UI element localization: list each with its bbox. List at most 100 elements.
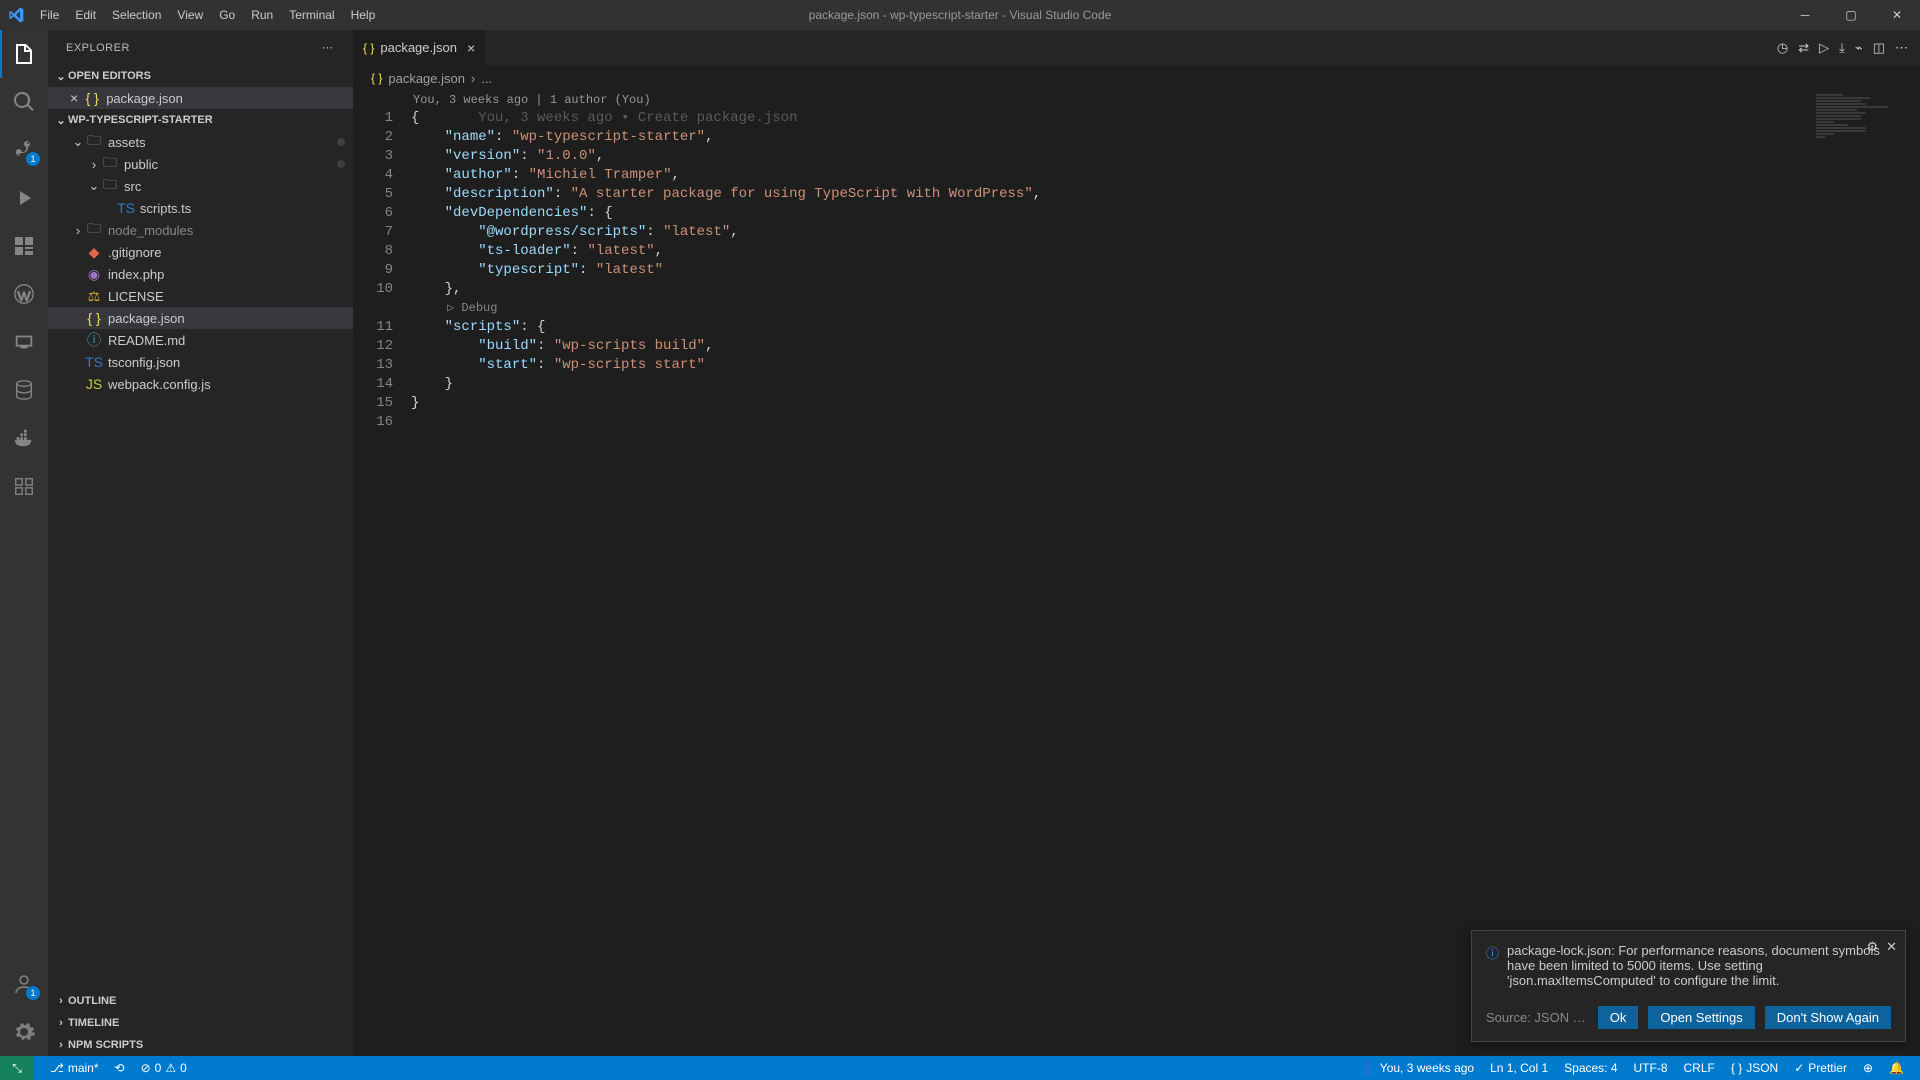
- vscode-logo-icon: [8, 7, 24, 23]
- file-readme[interactable]: ⓘ README.md: [48, 329, 353, 351]
- folder-assets[interactable]: ⌄ 🗀 assets: [48, 131, 353, 153]
- file-license[interactable]: ⚖ LICENSE: [48, 285, 353, 307]
- activity-bar: 1 1: [0, 30, 48, 1056]
- file-webpack[interactable]: JS webpack.config.js: [48, 373, 353, 395]
- breadcrumb[interactable]: { } package.json › ...: [353, 65, 1920, 91]
- menu-go[interactable]: Go: [211, 4, 243, 26]
- check-icon: ✓: [1794, 1061, 1804, 1075]
- chevron-right-icon: ›: [54, 1017, 68, 1029]
- run-icon[interactable]: ▷: [1819, 40, 1829, 56]
- npm-scripts-header[interactable]: › NPM SCRIPTS: [48, 1034, 353, 1056]
- menu-terminal[interactable]: Terminal: [281, 4, 342, 26]
- activity-debug-icon[interactable]: [0, 174, 48, 222]
- editor-tab[interactable]: { } package.json ×: [353, 30, 486, 65]
- debug-icon[interactable]: ⌁: [1855, 40, 1863, 56]
- notification-ok-button[interactable]: Ok: [1598, 1006, 1639, 1029]
- json-icon: { }: [86, 310, 102, 326]
- file-index-php[interactable]: ◉ index.php: [48, 263, 353, 285]
- activity-extensions-icon[interactable]: [0, 222, 48, 270]
- notification-dontshow-button[interactable]: Don't Show Again: [1765, 1006, 1891, 1029]
- window-close-icon[interactable]: ✕: [1874, 0, 1920, 30]
- outline-header[interactable]: › OUTLINE: [48, 990, 353, 1012]
- info-icon: ⓘ: [86, 332, 102, 348]
- timeline-icon[interactable]: ◷: [1777, 40, 1788, 56]
- close-icon[interactable]: ×: [70, 90, 78, 106]
- compare-icon[interactable]: ⇄: [1798, 40, 1809, 56]
- menu-edit[interactable]: Edit: [67, 4, 104, 26]
- menu-help[interactable]: Help: [343, 4, 384, 26]
- file-gitignore[interactable]: ◆ .gitignore: [48, 241, 353, 263]
- close-icon[interactable]: ×: [467, 40, 475, 56]
- json-icon: { }: [371, 71, 382, 85]
- activity-wordpress-icon[interactable]: [0, 270, 48, 318]
- open-editors-header[interactable]: ⌄ OPEN EDITORS: [48, 65, 353, 87]
- status-lang[interactable]: { } JSON: [1723, 1061, 1786, 1075]
- minimap[interactable]: [1816, 93, 1906, 133]
- modified-dot-icon: [337, 138, 345, 146]
- chevron-down-icon: ⌄: [70, 134, 86, 150]
- codelens[interactable]: You, 3 weeks ago | 1 author (You): [411, 91, 1920, 109]
- line-gutter: 12345678910111213141516: [353, 91, 411, 1056]
- activity-remote-icon[interactable]: [0, 318, 48, 366]
- json-icon: { }: [363, 41, 374, 55]
- menu-selection[interactable]: Selection: [104, 4, 169, 26]
- remote-indicator-icon[interactable]: ⤡: [0, 1056, 34, 1080]
- folder-icon: 🗀: [102, 156, 118, 172]
- activity-project-icon[interactable]: [0, 462, 48, 510]
- file-package-json[interactable]: { } package.json: [48, 307, 353, 329]
- error-icon: ⊘: [141, 1061, 151, 1075]
- notification-toast: ⚙ ✕ ⓘ package-lock.json: For performance…: [1471, 930, 1906, 1042]
- status-branch[interactable]: ⎇ main*: [42, 1061, 107, 1075]
- folder-src[interactable]: ⌄ 🗀 src: [48, 175, 353, 197]
- branch-icon: ⎇: [50, 1061, 64, 1075]
- activity-explorer-icon[interactable]: [0, 30, 48, 78]
- window-title: package.json - wp-typescript-starter - V…: [809, 8, 1112, 22]
- file-scripts-ts[interactable]: TS scripts.ts: [48, 197, 353, 219]
- status-problems[interactable]: ⊘0 ⚠0: [133, 1061, 195, 1075]
- warning-icon: ⚠: [165, 1061, 176, 1075]
- chevron-right-icon: ›: [54, 1039, 68, 1051]
- status-indent[interactable]: Spaces: 4: [1556, 1061, 1625, 1075]
- activity-settings-icon[interactable]: [0, 1008, 48, 1056]
- status-cursor[interactable]: Ln 1, Col 1: [1482, 1061, 1556, 1075]
- gear-icon[interactable]: ⚙: [1866, 939, 1878, 955]
- editor-body[interactable]: 12345678910111213141516 You, 3 weeks ago…: [353, 91, 1920, 1056]
- inline-blame: You, 3 weeks ago • Create package.json: [478, 110, 797, 126]
- chevron-down-icon: ⌄: [86, 178, 102, 194]
- status-feedback-icon[interactable]: ⊕: [1855, 1061, 1881, 1075]
- activity-db-icon[interactable]: [0, 366, 48, 414]
- folder-public[interactable]: › 🗀 public: [48, 153, 353, 175]
- window-minimize-icon[interactable]: ─: [1782, 0, 1828, 30]
- open-editor-item[interactable]: × { } package.json: [48, 87, 353, 109]
- status-prettier[interactable]: ✓ Prettier: [1786, 1061, 1855, 1075]
- file-tsconfig[interactable]: TS tsconfig.json: [48, 351, 353, 373]
- menu-view[interactable]: View: [169, 4, 211, 26]
- editor-group: { } package.json × ◷ ⇄ ▷ ⤓ ⌁ ◫ ⋯ { } pac…: [353, 30, 1920, 1056]
- status-blame[interactable]: 👤 You, 3 weeks ago: [1353, 1061, 1482, 1075]
- activity-search-icon[interactable]: [0, 78, 48, 126]
- workspace-header[interactable]: ⌄ WP-TYPESCRIPT-STARTER: [48, 109, 353, 131]
- window-maximize-icon[interactable]: ▢: [1828, 0, 1874, 30]
- editor-actions: ◷ ⇄ ▷ ⤓ ⌁ ◫ ⋯: [1765, 30, 1920, 65]
- menu-file[interactable]: File: [32, 4, 67, 26]
- notification-settings-button[interactable]: Open Settings: [1648, 1006, 1754, 1029]
- status-bell-icon[interactable]: 🔔: [1881, 1061, 1912, 1075]
- ts-icon: TS: [86, 354, 102, 370]
- folder-node-modules[interactable]: › 🗀 node_modules: [48, 219, 353, 241]
- status-sync[interactable]: ⟲: [107, 1061, 133, 1075]
- more-icon[interactable]: ⋯: [1895, 40, 1908, 56]
- info-icon: ⓘ: [1486, 943, 1499, 988]
- split-down-icon[interactable]: ⤓: [1839, 40, 1845, 56]
- activity-docker-icon[interactable]: [0, 414, 48, 462]
- chevron-right-icon: ›: [86, 157, 102, 172]
- menu-run[interactable]: Run: [243, 4, 281, 26]
- timeline-header[interactable]: › TIMELINE: [48, 1012, 353, 1034]
- status-eol[interactable]: CRLF: [1676, 1061, 1723, 1075]
- status-encoding[interactable]: UTF-8: [1626, 1061, 1676, 1075]
- explorer-more-icon[interactable]: ⋯: [322, 41, 335, 54]
- activity-scm-icon[interactable]: 1: [0, 126, 48, 174]
- close-icon[interactable]: ✕: [1886, 939, 1897, 955]
- split-right-icon[interactable]: ◫: [1873, 40, 1885, 56]
- activity-accounts-icon[interactable]: 1: [0, 960, 48, 1008]
- sync-icon: ⟲: [115, 1061, 125, 1075]
